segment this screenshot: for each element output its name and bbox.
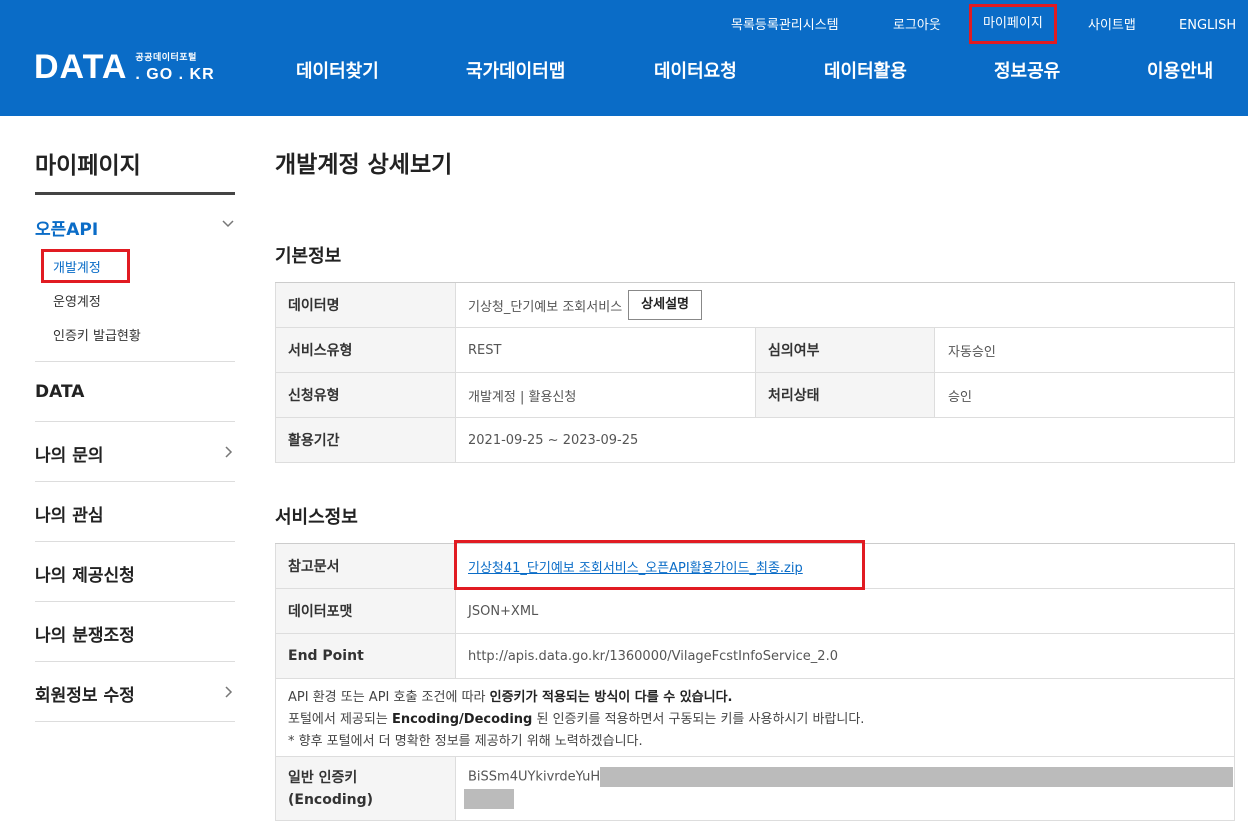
- sidebar-item-edit-member[interactable]: 회원정보 수정: [35, 681, 135, 706]
- period-label: 활용기간: [276, 418, 456, 462]
- sidebar-divider: [35, 361, 235, 362]
- sidebar-title-divider: [35, 192, 235, 195]
- sidebar-item-data[interactable]: DATA: [35, 382, 84, 402]
- masked-key-block: [600, 767, 1234, 787]
- chevron-right-icon[interactable]: [222, 445, 236, 459]
- notice-1a: API 환경 또는 API 호출 조건에 따라: [288, 690, 490, 705]
- site-logo[interactable]: DATA 공공데이터포털 . GO . KR: [34, 48, 215, 86]
- review-value: 자동승인: [948, 344, 996, 360]
- data-name-value: 기상청_단기예보 조회서비스: [468, 299, 623, 315]
- sidebar-title: 마이페이지: [35, 153, 141, 179]
- sidebar-divider: [35, 421, 235, 422]
- table-row: 데이터포맷 JSON+XML: [275, 589, 1235, 634]
- dev-account-highlight: [41, 249, 130, 283]
- sidebar-item-my-dispute[interactable]: 나의 분쟁조정: [35, 621, 135, 646]
- logo-sub-bottom: . GO . KR: [135, 66, 215, 83]
- auth-key-notice: API 환경 또는 API 호출 조건에 따라 인증키가 적용되는 방식이 다를…: [275, 679, 1235, 757]
- site-header: DATA 공공데이터포털 . GO . KR 목록등록관리시스템 로그아웃 마이…: [0, 0, 1248, 116]
- util-link-english[interactable]: ENGLISH: [1179, 16, 1236, 36]
- gnb-national-data-map[interactable]: 국가데이터맵: [466, 57, 565, 83]
- gnb-guide[interactable]: 이용안내: [1147, 57, 1213, 83]
- logo-main-text: DATA: [34, 48, 128, 86]
- notice-line-2: 포털에서 제공되는 Encoding/Decoding 된 인증키를 적용하면서…: [288, 709, 1222, 731]
- notice-1b: 인증키가 적용되는 방식이 다를 수 있습니다.: [489, 690, 733, 705]
- format-value: JSON+XML: [468, 603, 539, 619]
- encoding-key-label-1: 일반 인증키: [288, 769, 358, 786]
- request-type-value: 개발계정 | 활용신청: [468, 389, 577, 405]
- sidebar-item-my-inquiry[interactable]: 나의 문의: [35, 441, 103, 466]
- logo-sub-top: 공공데이터포털: [135, 53, 197, 63]
- endpoint-label: End Point: [276, 634, 456, 678]
- status-value: 승인: [948, 389, 972, 405]
- format-label: 데이터포맷: [276, 589, 456, 633]
- chevron-down-icon[interactable]: [221, 217, 235, 231]
- sidebar-subitem-key-status[interactable]: 인증키 발급현황: [53, 325, 141, 344]
- util-link-logout[interactable]: 로그아웃: [893, 16, 941, 36]
- sidebar-item-my-provision[interactable]: 나의 제공신청: [35, 561, 135, 586]
- request-type-label: 신청유형: [276, 373, 456, 417]
- table-row: 데이터명 기상청_단기예보 조회서비스 상세설명: [275, 283, 1235, 328]
- review-label: 심의여부: [755, 328, 935, 372]
- sidebar-subitem-ops-account[interactable]: 운영계정: [53, 291, 101, 310]
- ref-doc-highlight: [454, 540, 865, 590]
- data-name-cell: 기상청_단기예보 조회서비스 상세설명: [456, 283, 702, 327]
- detail-description-button[interactable]: 상세설명: [628, 290, 702, 320]
- sidebar-divider: [35, 721, 235, 722]
- basic-info-table: 데이터명 기상청_단기예보 조회서비스 상세설명 서비스유형 REST 심의여부…: [275, 282, 1235, 463]
- notice-line-1: API 환경 또는 API 호출 조건에 따라 인증키가 적용되는 방식이 다를…: [288, 687, 1222, 709]
- service-type-label: 서비스유형: [276, 328, 456, 372]
- chevron-right-icon[interactable]: [222, 685, 236, 699]
- basic-info-title: 기본정보: [275, 246, 342, 267]
- sidebar-divider: [35, 481, 235, 482]
- notice-line-3: * 향후 포털에서 더 명확한 정보를 제공하기 위해 노력하겠습니다.: [288, 734, 643, 749]
- endpoint-value: http://apis.data.go.kr/1360000/VilageFcs…: [468, 648, 838, 664]
- page-title: 개발계정 상세보기: [275, 152, 453, 178]
- masked-key-block: [464, 789, 514, 809]
- encoding-key-line: BiSSm4UYkivrdeYuH: [464, 767, 1234, 787]
- period-value: 2021-09-25 ~ 2023-09-25: [468, 432, 639, 448]
- table-row: 서비스유형 REST 심의여부 자동승인: [275, 328, 1235, 373]
- encoding-key-label: 일반 인증키 (Encoding): [276, 757, 456, 820]
- sidebar-item-open-api[interactable]: 오픈API: [35, 215, 98, 240]
- notice-2a: 포털에서 제공되는: [288, 712, 392, 727]
- table-row: 일반 인증키 (Encoding) BiSSm4UYkivrdeYuH: [275, 757, 1235, 821]
- ref-doc-label: 참고문서: [276, 544, 456, 588]
- gnb-data-use[interactable]: 데이터활용: [824, 57, 907, 83]
- gnb-info-share[interactable]: 정보공유: [994, 57, 1060, 83]
- status-label: 처리상태: [755, 373, 935, 417]
- logo-sub: 공공데이터포털 . GO . KR: [135, 54, 214, 83]
- encoding-key-value[interactable]: BiSSm4UYkivrdeYuH: [468, 770, 600, 785]
- table-row: 신청유형 개발계정 | 활용신청 처리상태 승인: [275, 373, 1235, 418]
- sidebar-item-my-interest[interactable]: 나의 관심: [35, 501, 103, 526]
- notice-2c: 된 인증키를 적용하면서 구동되는 키를 사용하시기 바랍니다.: [532, 712, 865, 727]
- sidebar-divider: [35, 601, 235, 602]
- service-type-value: REST: [468, 342, 502, 358]
- notice-2b: Encoding/Decoding: [391, 712, 533, 727]
- encoding-key-label-2: (Encoding): [288, 791, 374, 808]
- gnb-find-data[interactable]: 데이터찾기: [296, 57, 379, 83]
- util-link-catalog-system[interactable]: 목록등록관리시스템: [731, 16, 839, 36]
- service-info-title: 서비스정보: [275, 507, 358, 528]
- sidebar-divider: [35, 541, 235, 542]
- table-row: 활용기간 2021-09-25 ~ 2023-09-25: [275, 418, 1235, 463]
- sidebar-divider: [35, 661, 235, 662]
- util-link-mypage[interactable]: 마이페이지: [969, 4, 1057, 44]
- table-row: End Point http://apis.data.go.kr/1360000…: [275, 634, 1235, 679]
- util-link-sitemap[interactable]: 사이트맵: [1088, 16, 1136, 36]
- encoding-key-cell: BiSSm4UYkivrdeYuH: [456, 757, 1234, 820]
- data-name-label: 데이터명: [276, 283, 456, 327]
- gnb-data-request[interactable]: 데이터요청: [654, 57, 737, 83]
